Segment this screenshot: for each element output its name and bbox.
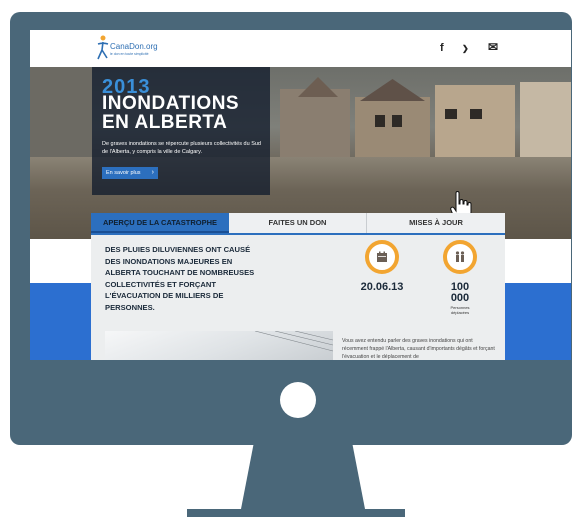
house-image: [445, 109, 457, 119]
people-icon: [455, 251, 465, 262]
house-image: [520, 82, 571, 162]
chevron-right-icon: ›: [151, 169, 154, 176]
monitor-power-button: [280, 382, 316, 418]
site-logo[interactable]: CanaDon.org le don en toute simplicité: [96, 35, 166, 61]
tab-underline: [91, 233, 505, 235]
monitor-screen: CanaDon.org le don en toute simplicité f…: [30, 30, 571, 360]
house-image: [392, 115, 402, 127]
calendar-stat-badge: [365, 240, 399, 274]
calendar-icon: [377, 251, 387, 262]
flood-photo: [105, 330, 334, 360]
facebook-icon[interactable]: f: [440, 42, 444, 54]
monitor-frame: CanaDon.org le don en toute simplicité f…: [10, 12, 572, 445]
people-stat-caption-line2: déplacées: [450, 310, 470, 315]
learn-more-button[interactable]: En savoir plus ›: [102, 167, 158, 179]
overview-panel: DES PLUIES DILUVIENNES ONT CAUSÉ DES INO…: [91, 233, 505, 360]
house-image: [280, 89, 350, 159]
tab-updates[interactable]: MISES À JOUR: [367, 213, 505, 233]
hero-title-line2: EN ALBERTA: [102, 112, 228, 133]
date-stat-value: 20.06.13: [360, 281, 404, 293]
hero-title: INONDATIONS EN ALBERTA: [102, 94, 239, 132]
house-image: [298, 77, 338, 97]
monitor-stand: [241, 445, 365, 509]
tab-overview[interactable]: APERÇU DE LA CATASTROPHE: [91, 213, 229, 233]
overview-body-text: Vous avez entendu parler des graves inon…: [342, 338, 495, 360]
site-header: CanaDon.org le don en toute simplicité f…: [30, 30, 571, 67]
monitor-base: [187, 509, 405, 517]
learn-more-label: En savoir plus: [106, 170, 141, 176]
people-stat-value: 100 000: [440, 282, 480, 304]
people-stat-badge: [443, 240, 477, 274]
tab-bar: APERÇU DE LA CATASTROPHE FAITES UN DON M…: [91, 213, 505, 233]
people-stat-value-line2: 000: [450, 292, 470, 304]
hero-title-line1: INONDATIONS: [102, 93, 240, 114]
house-image: [355, 97, 430, 161]
house-image: [360, 79, 425, 101]
tab-donate[interactable]: FAITES UN DON: [229, 213, 367, 233]
twitter-icon[interactable]: ❯: [462, 44, 469, 53]
power-lines-graphic: [254, 330, 334, 352]
logo-tagline: le don en toute simplicité: [110, 52, 149, 56]
logo-figure-icon: [97, 35, 109, 60]
house-image: [470, 109, 482, 119]
hero-description: De graves inondations se répercute plusi…: [102, 141, 261, 155]
logo-name: CanaDon.org: [110, 42, 158, 51]
overview-lead: DES PLUIES DILUVIENNES ONT CAUSÉ DES INO…: [105, 245, 255, 312]
email-icon[interactable]: ✉: [488, 40, 498, 54]
people-stat-caption: Personnes déplacées: [440, 305, 480, 315]
house-image: [435, 85, 515, 161]
hero-panel: 2013 INONDATIONS EN ALBERTA De graves in…: [92, 67, 270, 195]
house-image: [375, 115, 385, 127]
